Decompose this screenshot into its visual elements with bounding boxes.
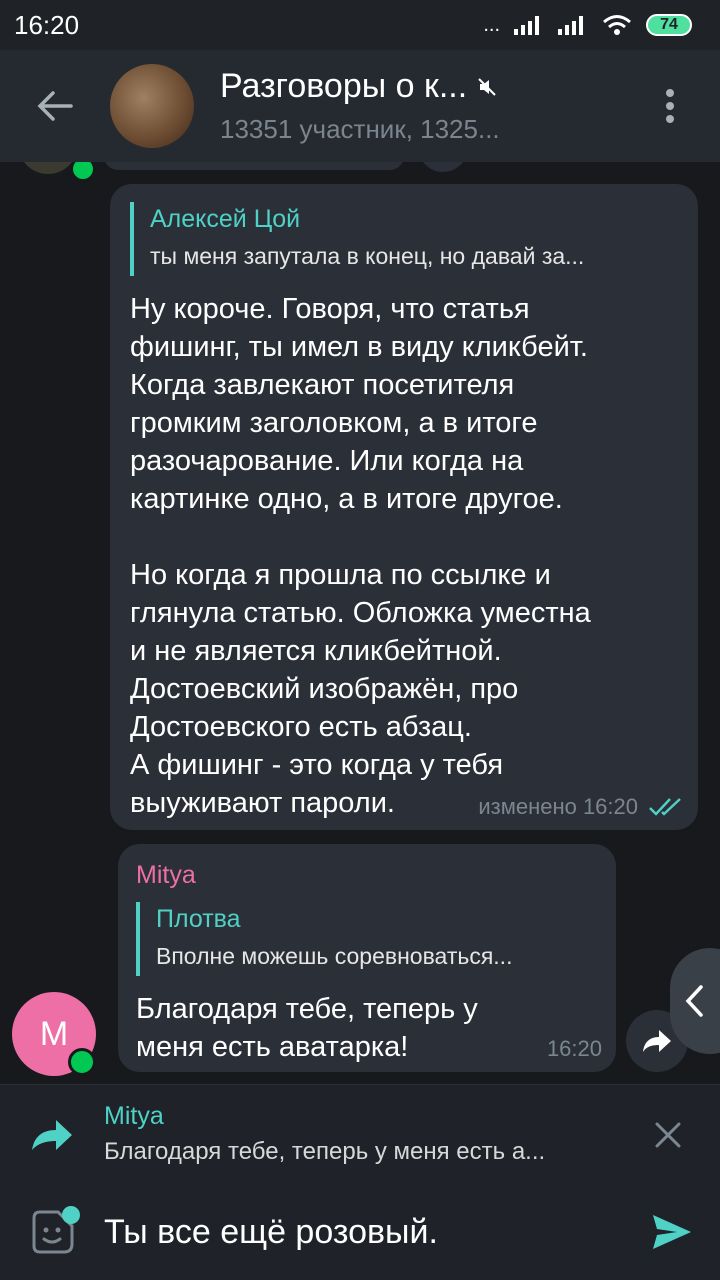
avatar xyxy=(18,162,78,174)
back-button[interactable] xyxy=(0,50,110,162)
reply-preview-panel: Mitya Благодаря тебе, теперь у меня есть… xyxy=(0,1084,720,1184)
message-bubble[interactable]: Mitya Плотва Вполне можешь соревноваться… xyxy=(118,844,616,1072)
online-indicator xyxy=(68,1048,96,1076)
chat-title-text: Разговоры о к... xyxy=(220,67,468,105)
notification-dots: ... xyxy=(483,13,500,36)
message-time: изменено 16:20 xyxy=(478,794,638,819)
chat-subtitle: 13351 участник, 1325... xyxy=(220,114,500,144)
reply-author: Плотва xyxy=(156,905,241,933)
reply-preview[interactable]: Mitya Благодаря тебе, теперь у меня есть… xyxy=(104,1099,616,1171)
reply-arrow-icon xyxy=(32,1119,72,1150)
chevron-left-icon xyxy=(685,985,703,1017)
reply-preview-name: Mitya xyxy=(104,1101,164,1130)
online-indicator xyxy=(70,162,96,182)
message-list[interactable]: Алексей Цой ты меня запутала в конец, но… xyxy=(0,162,720,1084)
signal-icon-2 xyxy=(558,16,583,35)
muted-icon xyxy=(478,77,496,96)
more-menu-button[interactable] xyxy=(620,50,720,162)
chat-title: Разговоры о к... xyxy=(220,67,620,106)
reply-preview-text: Благодаря тебе, теперь у меня есть а... xyxy=(104,1137,546,1165)
reply-text: Вполне можешь соревноваться... xyxy=(156,943,513,969)
message-time: 16:20 xyxy=(546,1036,602,1061)
sticker-badge xyxy=(62,1206,80,1224)
side-panel-handle[interactable] xyxy=(670,948,720,1054)
reply-text: ты меня запутала в конец, но давай за... xyxy=(150,243,585,269)
status-icons: ... 74 xyxy=(483,14,692,37)
reply-author: Алексей Цой xyxy=(150,205,301,233)
sticker-button[interactable] xyxy=(0,1206,104,1256)
reply-quote[interactable]: Плотва Вполне можешь соревноваться... xyxy=(136,902,598,976)
status-time: 16:20 xyxy=(14,9,80,40)
avatar-letter: M xyxy=(39,1014,69,1053)
chat-info[interactable]: Разговоры о к... 13351 участник, 1325... xyxy=(220,67,620,145)
composer xyxy=(0,1184,720,1280)
message-text: Благодаря тебе, теперь у меня есть авата… xyxy=(136,993,478,1063)
reply-arrow-button xyxy=(0,1118,104,1152)
double-check-icon xyxy=(649,798,681,816)
status-bar: 16:20 ... 74 xyxy=(0,0,720,50)
close-reply-button[interactable] xyxy=(616,1121,720,1149)
chat-header: Разговоры о к... 13351 участник, 1325... xyxy=(0,50,720,162)
send-button[interactable] xyxy=(624,1213,720,1251)
sender-name[interactable]: Mitya xyxy=(136,858,598,892)
close-icon xyxy=(655,1122,681,1147)
message-meta: 16:20 xyxy=(547,1036,602,1062)
share-button-partial xyxy=(418,162,468,172)
message-text: Ну короче. Говоря, что статья фишинг, ты… xyxy=(130,293,591,819)
message-input[interactable] xyxy=(104,1212,624,1252)
chat-avatar[interactable] xyxy=(110,64,194,148)
battery-icon: 74 xyxy=(646,14,692,36)
send-icon xyxy=(653,1215,691,1249)
reply-quote[interactable]: Алексей Цой ты меня запутала в конец, но… xyxy=(130,202,680,276)
arrow-left-icon xyxy=(37,91,73,121)
wifi-icon xyxy=(603,15,631,35)
message-bubble-partial xyxy=(104,162,404,170)
message-meta: изменено 16:20 xyxy=(478,794,684,820)
signal-icon xyxy=(514,16,539,35)
share-arrow-icon xyxy=(643,1030,671,1052)
message-bubble[interactable]: Алексей Цой ты меня запутала в конец, но… xyxy=(110,184,698,830)
more-vertical-icon xyxy=(666,89,674,123)
